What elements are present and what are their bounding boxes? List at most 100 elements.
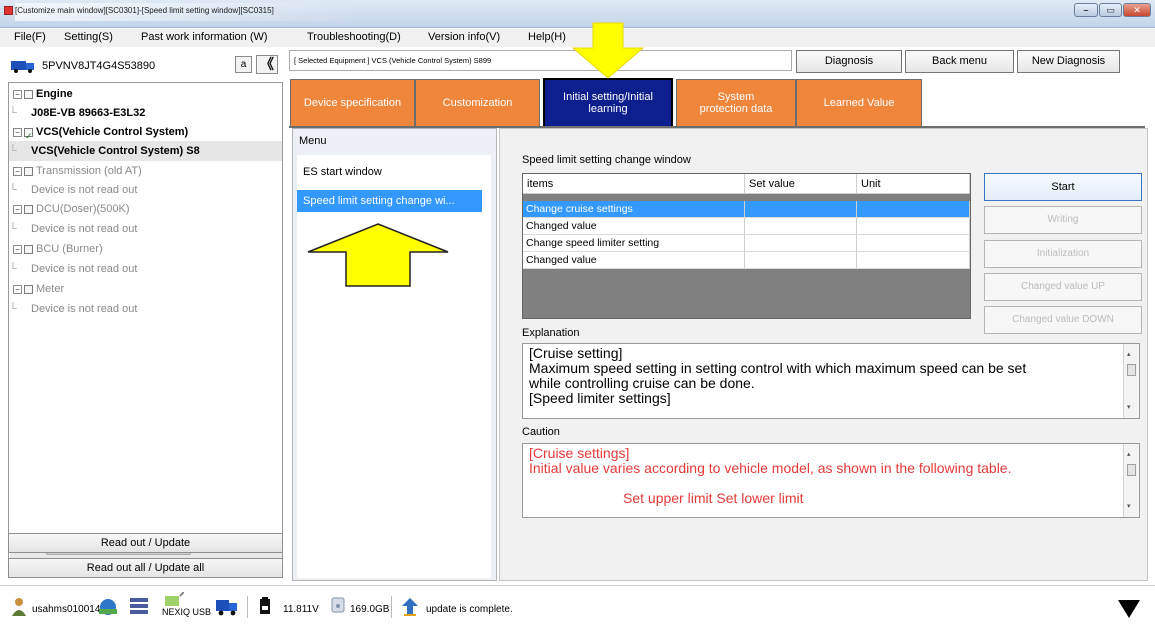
collapse-toggle-icon[interactable]: − xyxy=(13,89,22,99)
menu-troubleshooting[interactable]: Troubleshooting(D) xyxy=(307,31,401,43)
explanation-textbox[interactable]: [Cruise setting] Maximum speed setting i… xyxy=(522,343,1140,419)
content-panel: Speed limit setting change window items … xyxy=(499,128,1148,581)
tab-system-protection-data[interactable]: System protection data xyxy=(676,79,796,127)
scroll-up-icon[interactable]: ▴ xyxy=(1127,347,1131,362)
changed-value-up-button[interactable]: Changed value UP xyxy=(984,273,1142,301)
menu-item-speed-limit-setting[interactable]: Speed limit setting change wi... xyxy=(297,190,482,212)
tab-initial-setting[interactable]: Initial setting/Initial learning xyxy=(543,78,673,128)
tab-label: Learned Value xyxy=(823,96,895,109)
collapse-toggle-icon[interactable]: − xyxy=(13,166,22,176)
explanation-line: while controlling cruise can be done. xyxy=(529,375,755,391)
menu-version-info[interactable]: Version info(V) xyxy=(428,31,500,43)
menu-item-es-start-window[interactable]: ES start window xyxy=(297,161,482,183)
scroll-down-icon[interactable]: ▾ xyxy=(1127,499,1131,514)
tree-node-transmission[interactable]: − Transmission (old AT) xyxy=(9,161,282,181)
caution-textbox[interactable]: [Cruise settings] Initial value varies a… xyxy=(522,443,1140,518)
caution-line: Initial value varies according to vehicl… xyxy=(529,460,1012,476)
initialization-button[interactable]: Initialization xyxy=(984,240,1142,268)
cell-set-value[interactable] xyxy=(745,201,857,217)
tree-label: Transmission (old AT) xyxy=(36,165,142,177)
writing-button[interactable]: Writing xyxy=(984,206,1142,234)
cell-set-value[interactable] xyxy=(745,218,857,234)
window-title: [Customize main window][SC0301]-[Speed l… xyxy=(15,3,360,21)
tree-node-not-read[interactable]: └ Device is not read out xyxy=(9,259,282,279)
menu-setting[interactable]: Setting(S) xyxy=(64,31,113,43)
battery-icon xyxy=(260,597,270,614)
checkbox-icon[interactable] xyxy=(24,204,33,214)
tree-node-not-read[interactable]: └ Device is not read out xyxy=(9,219,282,239)
new-diagnosis-button[interactable]: New Diagnosis xyxy=(1017,50,1120,73)
scroll-down-icon[interactable]: ▾ xyxy=(1127,400,1131,415)
collapse-toggle-icon[interactable]: − xyxy=(13,204,22,214)
collapse-toggle-icon[interactable]: − xyxy=(13,284,22,294)
tab-label: Initial setting/Initial learning xyxy=(563,90,653,115)
tree-label: Engine xyxy=(36,88,73,100)
cell-unit xyxy=(857,218,970,234)
tree-node-vcs-ecu[interactable]: └ VCS(Vehicle Control System) S8 xyxy=(9,141,282,161)
checkbox-icon[interactable] xyxy=(24,166,33,176)
menu-list: ES start window Speed limit setting chan… xyxy=(297,155,491,578)
tree-node-not-read[interactable]: └ Device is not read out xyxy=(9,299,282,319)
tab-customization[interactable]: Customization xyxy=(415,79,540,127)
diagnosis-button[interactable]: Diagnosis xyxy=(796,50,902,73)
collapse-toggle-icon[interactable]: − xyxy=(13,127,22,137)
table-row[interactable]: Changed value xyxy=(523,218,970,235)
tree-node-engine-ecu[interactable]: └ J08E-VB 89663-E3L32 xyxy=(9,103,282,123)
app-icon xyxy=(4,6,13,15)
tree-node-bcu[interactable]: − BCU (Burner) xyxy=(9,239,282,259)
checkbox-checked-icon[interactable] xyxy=(24,126,33,142)
table-row[interactable]: Change speed limiter setting xyxy=(523,235,970,252)
tab-device-specification[interactable]: Device specification xyxy=(290,79,415,127)
content-title: Speed limit setting change window xyxy=(522,154,691,166)
explanation-scrollbar[interactable]: ▴ ▾ xyxy=(1123,344,1139,418)
column-header-items[interactable]: items xyxy=(523,174,745,194)
tree-label: VCS(Vehicle Control System) S8 xyxy=(31,145,200,157)
caution-scrollbar[interactable]: ▴ ▾ xyxy=(1123,444,1139,517)
table-row[interactable]: Change cruise settings xyxy=(523,201,970,218)
left-panel: 5PVNV8JT4G4S53890 a 《 − Engine └ J08E-VB 8… xyxy=(8,50,283,580)
status-message: update is complete. xyxy=(426,604,513,615)
tree-node-dcu[interactable]: − DCU(Doser)(500K) xyxy=(9,199,282,219)
start-button[interactable]: Start xyxy=(984,173,1142,201)
cell-set-value[interactable] xyxy=(745,235,857,251)
voltage-value: 11.811V xyxy=(283,604,319,615)
column-header-unit[interactable]: Unit xyxy=(857,174,970,194)
column-header-set-value[interactable]: Set value xyxy=(745,174,857,194)
explanation-line: [Cruise setting] xyxy=(529,345,623,361)
read-out-all-update-all-button[interactable]: Read out all / Update all xyxy=(8,558,283,578)
maximize-button[interactable]: ▭ xyxy=(1099,3,1122,17)
minimize-button[interactable]: – xyxy=(1074,3,1098,17)
dropdown-triangle-icon[interactable] xyxy=(1118,600,1140,618)
tab-learned-value[interactable]: Learned Value xyxy=(796,79,922,127)
cell-unit xyxy=(857,252,970,268)
collapse-panel-button[interactable]: 《 xyxy=(256,55,278,74)
tree-node-vcs[interactable]: − VCS(Vehicle Control System) xyxy=(9,122,282,142)
menu-help[interactable]: Help(H) xyxy=(528,31,566,43)
checkbox-icon[interactable] xyxy=(24,89,33,99)
tree-node-meter[interactable]: − Meter xyxy=(9,279,282,299)
tree-label: Meter xyxy=(36,283,65,295)
checkbox-icon[interactable] xyxy=(24,284,33,294)
menu-panel: Menu ES start window Speed limit setting… xyxy=(292,128,497,581)
read-out-update-button[interactable]: Read out / Update xyxy=(8,533,283,553)
table-row[interactable]: Changed value xyxy=(523,252,970,269)
close-button[interactable]: ✕ xyxy=(1123,3,1151,17)
back-menu-button[interactable]: Back menu xyxy=(905,50,1014,73)
menu-past-work[interactable]: Past work information (W) xyxy=(141,31,268,43)
changed-value-down-button[interactable]: Changed value DOWN xyxy=(984,306,1142,334)
truck-icon xyxy=(11,61,34,73)
tree-node-engine[interactable]: − Engine xyxy=(9,84,282,104)
scroll-up-icon[interactable]: ▴ xyxy=(1127,447,1131,462)
device-icon xyxy=(216,600,237,616)
tree-node-not-read[interactable]: └ Device is not read out xyxy=(9,180,282,200)
a-button[interactable]: a xyxy=(235,56,252,73)
divider xyxy=(391,596,392,618)
collapse-toggle-icon[interactable]: − xyxy=(13,244,22,254)
scroll-thumb[interactable] xyxy=(1127,464,1136,476)
tab-label: System protection data xyxy=(699,90,773,115)
checkbox-icon[interactable] xyxy=(24,244,33,254)
cell-set-value[interactable] xyxy=(745,252,857,268)
device-id: 5PVNV8JT4G4S53890 xyxy=(42,60,156,72)
scroll-thumb[interactable] xyxy=(1127,364,1136,376)
menu-file[interactable]: File(F) xyxy=(14,31,46,43)
